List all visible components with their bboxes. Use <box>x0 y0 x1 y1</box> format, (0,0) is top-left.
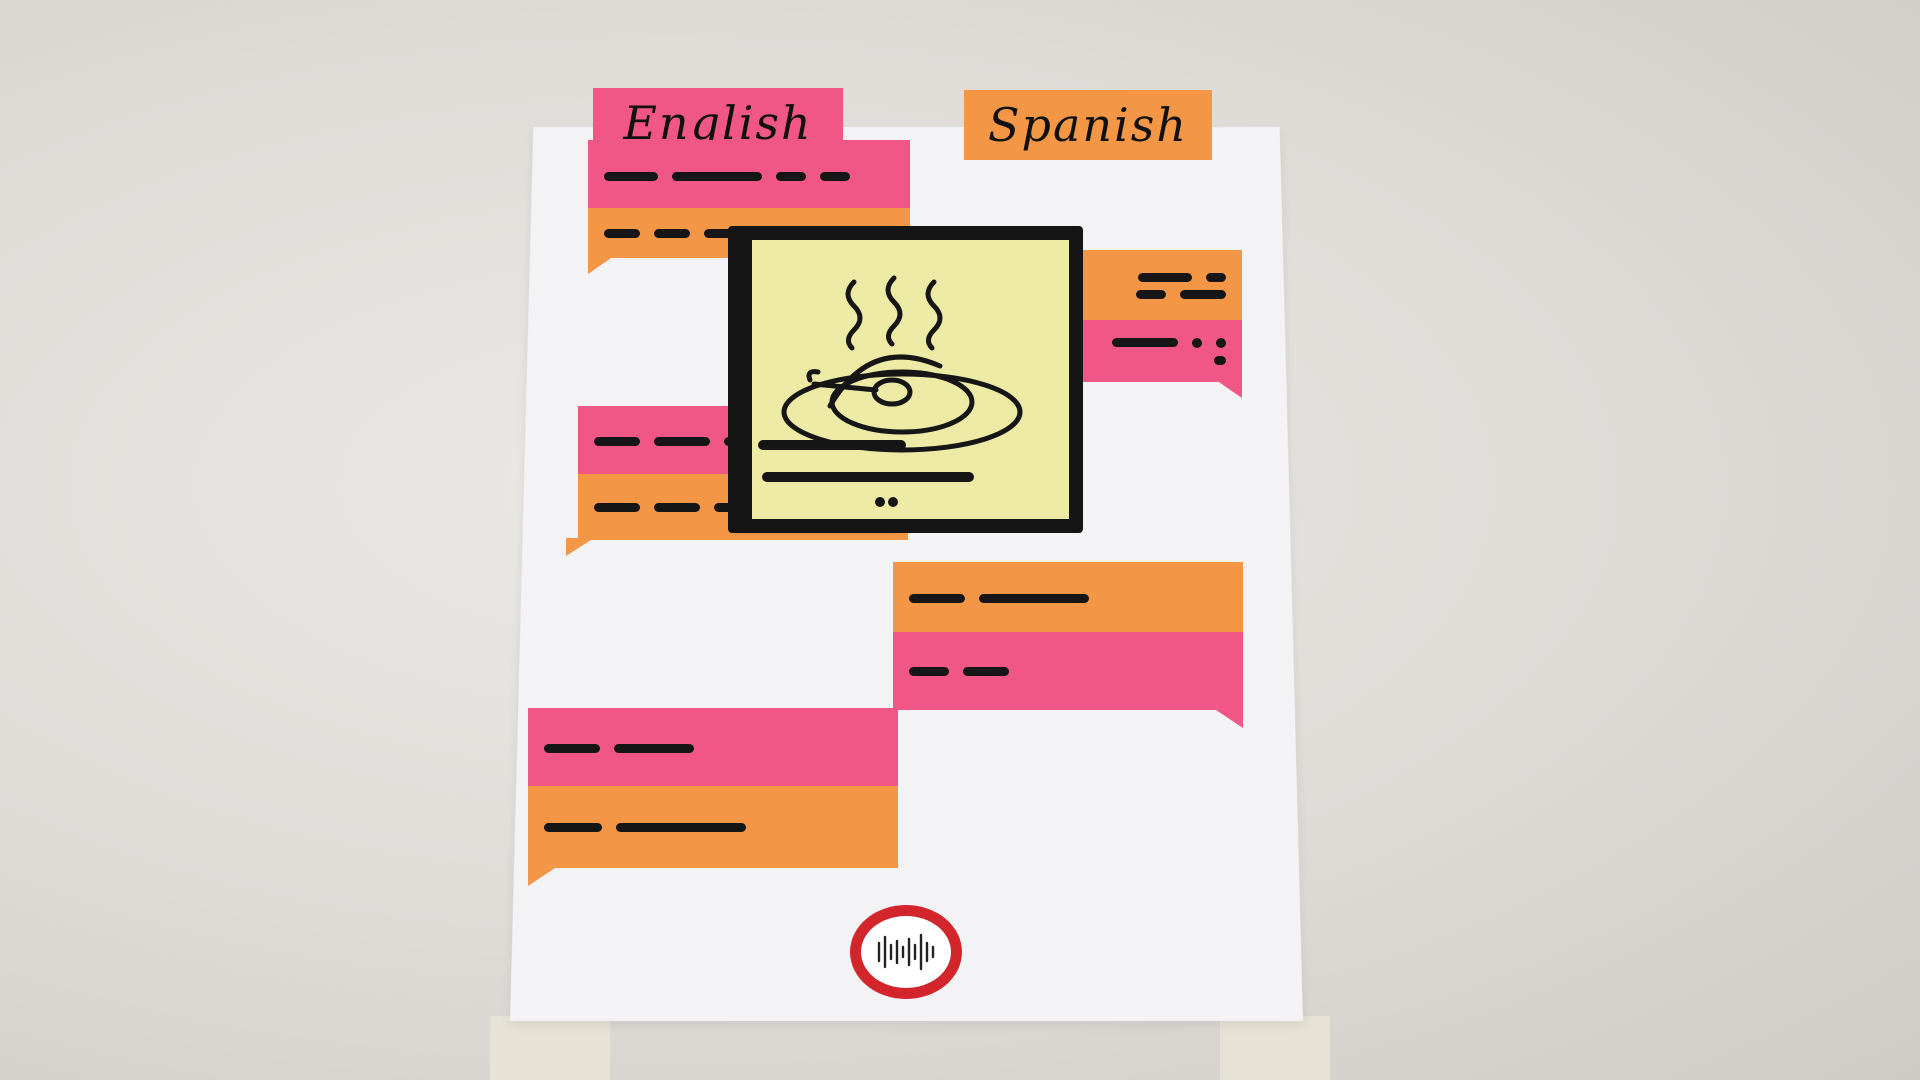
message-4-original-text <box>893 562 1243 634</box>
message-bubble-5[interactable] <box>528 708 898 888</box>
message-3-tail <box>566 538 594 556</box>
message-2-original-text <box>1082 250 1242 322</box>
message-1-tail <box>588 256 614 274</box>
tape-strip-right <box>1220 1016 1330 1080</box>
message-5-translated-text <box>528 786 898 868</box>
message-bubble-2[interactable] <box>1082 250 1242 400</box>
message-5-tail <box>528 866 558 886</box>
image-card[interactable] <box>728 226 1083 533</box>
message-5-original-text <box>528 708 898 788</box>
message-1-original-text <box>588 140 910 212</box>
language-tab-spanish[interactable]: Spanish <box>964 90 1212 160</box>
image-card-body <box>752 240 1069 519</box>
message-2-tail <box>1216 380 1242 398</box>
message-2-translated-text <box>1082 320 1242 382</box>
record-button[interactable] <box>850 905 962 999</box>
tape-strip-left <box>490 1016 610 1080</box>
language-tab-spanish-label: Spanish <box>988 98 1188 152</box>
message-4-tail <box>1213 708 1243 728</box>
hot-food-plate-icon <box>758 275 1023 507</box>
message-4-translated-text <box>893 632 1243 710</box>
message-bubble-4[interactable] <box>893 562 1243 732</box>
audio-waveform-icon <box>877 933 935 971</box>
